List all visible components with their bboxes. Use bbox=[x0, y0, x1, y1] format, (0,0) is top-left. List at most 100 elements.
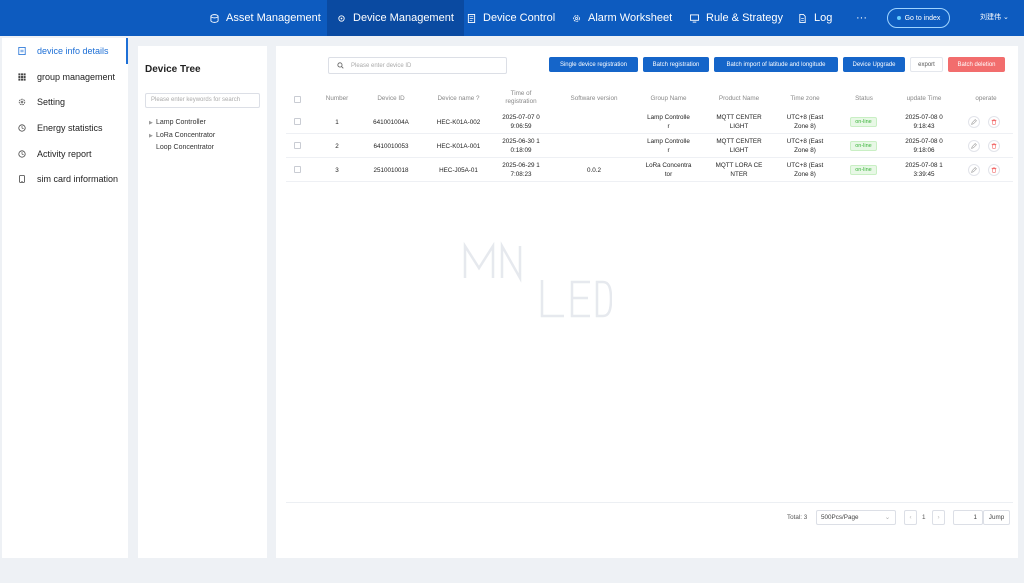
nav-asset-management[interactable]: Asset Management bbox=[210, 0, 321, 36]
table-header: Number Device ID Device name ? Time of re… bbox=[286, 89, 1013, 109]
cell-time-zone: UTC+8 (East Zone 8) bbox=[780, 137, 830, 155]
device-list-panel: Please enter device ID Single device reg… bbox=[276, 46, 1018, 558]
group-line1: Lamp Controlle bbox=[647, 138, 690, 145]
document-icon bbox=[18, 46, 26, 55]
upd-line2: 3:39:45 bbox=[913, 171, 935, 178]
nav-label: Device Control bbox=[483, 12, 556, 24]
batch-registration-button[interactable]: Batch registration bbox=[643, 57, 709, 72]
upd-line1: 2025-07-08 0 bbox=[905, 114, 943, 121]
row-checkbox[interactable] bbox=[294, 166, 301, 173]
edit-button[interactable] bbox=[968, 116, 980, 128]
header-number: Number bbox=[325, 95, 349, 102]
group-line2: tor bbox=[664, 171, 673, 178]
cell-registration-time: 2025-06-30 1 0:18:09 bbox=[496, 137, 546, 155]
sidebar-item-label: Activity report bbox=[37, 148, 92, 159]
cell-device-id: 6410010053 bbox=[373, 143, 409, 150]
edit-button[interactable] bbox=[968, 164, 980, 176]
table-row: 3 2510010018 HEC-J05A-01 2025-06-29 1 7:0… bbox=[286, 158, 1013, 182]
reg-line2: 9:06:59 bbox=[510, 123, 532, 130]
header-operate: operate bbox=[975, 95, 997, 102]
page-size-select[interactable]: 500Pcs/Page ⌄ bbox=[816, 510, 896, 525]
delete-button[interactable] bbox=[988, 116, 1000, 128]
nav-log[interactable]: Log bbox=[798, 0, 832, 36]
jump-button[interactable]: Jump bbox=[983, 510, 1010, 525]
cell-product-name: MQTT CENTER LIGHT bbox=[709, 137, 769, 155]
sidebar-item-group-management[interactable]: group management bbox=[2, 64, 128, 90]
delete-button[interactable] bbox=[988, 140, 1000, 152]
chevron-down-icon: ⌄ bbox=[884, 514, 890, 521]
batch-deletion-button[interactable]: Batch deletion bbox=[948, 57, 1005, 72]
nav-device-control[interactable]: Device Control bbox=[467, 0, 555, 36]
trash-icon bbox=[991, 167, 997, 173]
cell-registration-time: 2025-07-07 0 9:06:59 bbox=[496, 113, 546, 131]
device-upgrade-button[interactable]: Device Upgrade bbox=[843, 57, 905, 72]
edit-icon bbox=[971, 167, 977, 173]
watermark-logo-icon bbox=[463, 241, 612, 318]
header-device-name[interactable]: Device name ? bbox=[431, 95, 486, 103]
header-time-line2: registration bbox=[505, 98, 537, 105]
cell-product-name: MQTT LORA CE NTER bbox=[709, 161, 769, 179]
nav-label: Device Management bbox=[353, 12, 454, 24]
product-line1: MQTT CENTER bbox=[716, 138, 762, 145]
cell-device-name: HEC-K01A-001 bbox=[436, 143, 481, 150]
caret-right-icon[interactable]: ▶ bbox=[149, 133, 156, 139]
row-checkbox[interactable] bbox=[294, 142, 301, 149]
tree-node-lora-concentrator[interactable]: ▶ LoRa Concentrator bbox=[149, 132, 215, 139]
edit-icon bbox=[971, 119, 977, 125]
go-to-index-button[interactable]: Go to index bbox=[887, 8, 950, 28]
trash-icon bbox=[991, 119, 997, 125]
group-line2: r bbox=[667, 147, 670, 154]
cell-registration-time: 2025-06-29 1 7:08:23 bbox=[496, 161, 546, 179]
jump-page-input[interactable]: 1 bbox=[953, 510, 983, 525]
sidebar-item-sim-card-information[interactable]: sim card information bbox=[2, 166, 128, 192]
group-line1: LoRa Concentra bbox=[645, 162, 692, 169]
tree-search-input[interactable]: Please enter keywords for search bbox=[145, 93, 260, 108]
edit-button[interactable] bbox=[968, 140, 980, 152]
reg-line2: 7:08:23 bbox=[510, 171, 532, 178]
device-tree-panel: Device Tree Please enter keywords for se… bbox=[138, 46, 267, 558]
device-id-search-input[interactable]: Please enter device ID bbox=[328, 57, 507, 74]
table-row: 2 6410010053 HEC-K01A-001 2025-06-30 1 0:… bbox=[286, 134, 1013, 158]
batch-import-lat-lng-button[interactable]: Batch import of latitude and longitude bbox=[714, 57, 838, 72]
cell-software-version: 0.0.2 bbox=[586, 167, 601, 174]
select-all-checkbox[interactable] bbox=[294, 96, 301, 103]
divider bbox=[286, 502, 1013, 503]
sidebar-item-activity-report[interactable]: Activity report bbox=[2, 141, 128, 167]
single-device-registration-button[interactable]: Single device registration bbox=[549, 57, 638, 72]
reg-line1: 2025-06-30 1 bbox=[502, 138, 540, 145]
next-page-button[interactable]: › bbox=[932, 510, 945, 525]
nav-label: Asset Management bbox=[226, 12, 321, 24]
prev-page-button[interactable]: ‹ bbox=[904, 510, 917, 525]
database-icon bbox=[210, 13, 219, 23]
current-page[interactable]: 1 bbox=[922, 514, 926, 521]
header-status: Status bbox=[855, 95, 873, 102]
sidebar-item-label: device info details bbox=[37, 45, 109, 56]
cell-product-name: MQTT CENTER LIGHT bbox=[709, 113, 769, 131]
nav-label: Rule & Strategy bbox=[706, 12, 784, 24]
cell-time-zone: UTC+8 (East Zone 8) bbox=[780, 113, 830, 131]
upd-line2: 9:18:06 bbox=[913, 147, 935, 154]
nav-alarm-worksheet[interactable]: Alarm Worksheet bbox=[572, 0, 672, 36]
reg-line2: 0:18:09 bbox=[510, 147, 532, 154]
nav-more[interactable]: ··· bbox=[856, 0, 867, 36]
grid-icon bbox=[18, 72, 26, 81]
nav-device-management[interactable]: Device Management bbox=[327, 0, 464, 36]
caret-right-icon[interactable]: ▶ bbox=[149, 120, 156, 126]
product-line2: LIGHT bbox=[729, 123, 749, 130]
product-line1: MQTT CENTER bbox=[716, 114, 762, 121]
tree-node-loop-concentrator[interactable]: Loop Concentrator bbox=[156, 144, 214, 151]
status-badge: on-line bbox=[850, 165, 877, 175]
delete-button[interactable] bbox=[988, 164, 1000, 176]
tree-node-lamp-controller[interactable]: ▶ Lamp Controller bbox=[149, 119, 206, 126]
nav-rule-strategy[interactable]: Rule & Strategy bbox=[690, 0, 783, 36]
export-button[interactable]: export bbox=[910, 57, 943, 72]
go-to-index-label: Go to index bbox=[904, 14, 941, 22]
upd-line2: 9:18:43 bbox=[913, 123, 935, 130]
sidebar-item-setting[interactable]: Setting bbox=[2, 89, 128, 115]
clock-icon bbox=[18, 149, 26, 158]
sidebar-item-energy-statistics[interactable]: Energy statistics bbox=[2, 115, 128, 141]
row-checkbox[interactable] bbox=[294, 118, 301, 125]
sidebar-item-device-info-details[interactable]: device info details bbox=[2, 38, 128, 64]
user-menu[interactable]: 刘建伟 ⌄ bbox=[980, 12, 1009, 22]
chevron-left-icon: ‹ bbox=[909, 514, 912, 521]
